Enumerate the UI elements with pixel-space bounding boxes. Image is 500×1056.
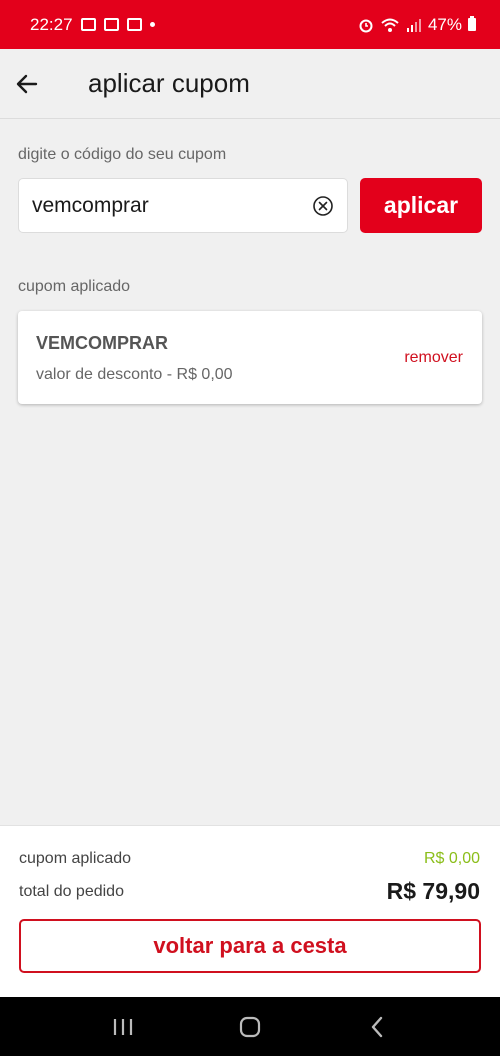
recents-button[interactable]	[93, 997, 153, 1056]
total-summary-row: total do pedido R$ 79,90	[19, 878, 480, 905]
clear-circle-icon	[313, 195, 333, 216]
system-back-button[interactable]	[347, 997, 407, 1056]
battery-icon	[468, 16, 476, 31]
more-notifications-icon	[149, 22, 155, 27]
applied-coupon-section-label: cupom aplicado	[18, 278, 131, 295]
status-left: 22:27	[30, 15, 155, 35]
wifi-icon	[381, 18, 399, 32]
total-label: total do pedido	[19, 882, 124, 900]
apply-coupon-button[interactable]: aplicar	[360, 178, 482, 233]
back-to-cart-button[interactable]: voltar para a cesta	[19, 919, 481, 973]
calendar-notification-icon	[126, 18, 142, 31]
applied-coupon-card: VEMCOMPRAR valor de desconto - R$ 0,00 r…	[18, 311, 482, 404]
app-bar: aplicar cupom	[0, 49, 500, 119]
system-nav-bar	[0, 997, 500, 1056]
coupon-summary-value: R$ 0,00	[423, 850, 480, 867]
battery-percent: 47%	[427, 14, 462, 34]
gallery-notification-icon	[80, 18, 96, 31]
recents-icon	[114, 1018, 133, 1035]
status-right: 47%	[358, 15, 476, 35]
back-button[interactable]	[0, 49, 54, 119]
app-notification-icon	[103, 18, 119, 31]
coupon-input-label: digite o código do seu cupom	[18, 146, 227, 163]
coupon-summary-label: cupom aplicado	[19, 850, 132, 867]
total-value: R$ 79,90	[386, 878, 480, 904]
applied-coupon-code: VEMCOMPRAR	[36, 333, 169, 353]
coupon-input-container	[18, 178, 348, 233]
clear-input-button[interactable]	[311, 194, 335, 218]
page-title: aplicar cupom	[88, 68, 250, 98]
order-summary-footer: cupom aplicado R$ 0,00 total do pedido R…	[0, 825, 500, 997]
applied-coupon-discount: valor de desconto - R$ 0,00	[36, 366, 233, 383]
coupon-code-input[interactable]	[32, 193, 311, 218]
chevron-left-icon	[371, 1016, 382, 1037]
signal-icon	[406, 18, 421, 32]
coupon-summary-row: cupom aplicado R$ 0,00	[19, 850, 480, 868]
status-time: 22:27	[30, 14, 73, 34]
home-icon	[239, 1016, 261, 1037]
home-button[interactable]	[220, 997, 280, 1056]
status-bar: 22:27 47%	[0, 0, 500, 49]
alarm-icon	[359, 19, 373, 32]
remove-coupon-link[interactable]: remover	[404, 349, 463, 367]
arrow-left-icon	[16, 74, 38, 93]
